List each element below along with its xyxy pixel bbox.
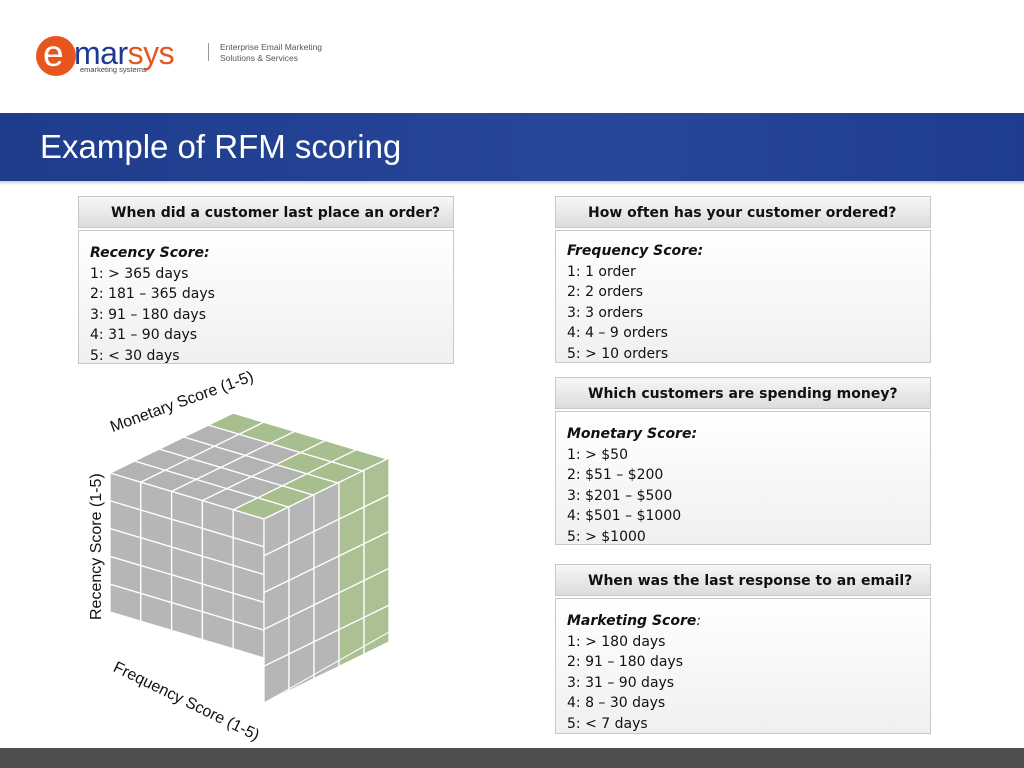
frequency-question: How often has your customer ordered? (555, 196, 931, 228)
frequency-line: 1: 1 order (567, 263, 636, 280)
marketing-line: 1: > 180 days (567, 633, 666, 650)
monetary-line: 3: $201 – $500 (567, 487, 673, 504)
recency-question: When did a customer last place an order? (78, 196, 454, 228)
monetary-line: 5: > $1000 (567, 528, 646, 545)
marketing-question: When was the last response to an email? (555, 564, 931, 596)
recency-score-title: Recency Score: (90, 245, 210, 261)
monetary-question: Which customers are spending money? (555, 377, 931, 409)
logo-subtitle: emarketing systems (80, 65, 147, 74)
marketing-card: When was the last response to an email? … (555, 564, 931, 734)
monetary-score-title: Monetary Score: (567, 426, 698, 442)
frequency-line: 2: 2 orders (567, 284, 644, 300)
logo-divider (208, 43, 209, 61)
frequency-line: 4: 4 – 9 orders (567, 325, 668, 341)
marketing-line: 2: 91 – 180 days (567, 654, 684, 670)
monetary-line: 1: > $50 (567, 446, 628, 463)
frequency-body: Frequency Score: 1: 1 order 2: 2 orders … (555, 230, 931, 363)
footer-bar (0, 748, 1024, 768)
recency-line: 1: > 365 days (90, 265, 189, 282)
monetary-line: 2: $51 – $200 (567, 467, 664, 483)
monetary-body: Monetary Score: 1: > $50 2: $51 – $200 3… (555, 411, 931, 545)
recency-card: When did a customer last place an order?… (78, 196, 454, 364)
cube-faces (108, 412, 420, 705)
monetary-card: Which customers are spending money? Mone… (555, 377, 931, 545)
recency-body: Recency Score: 1: > 365 days 2: 181 – 36… (78, 230, 454, 364)
recency-line: 2: 181 – 365 days (90, 286, 215, 302)
frequency-card: How often has your customer ordered? Fre… (555, 196, 931, 363)
recency-axis-label: Recency Score (1-5) (88, 473, 105, 620)
frequency-line: 3: 3 orders (567, 304, 644, 321)
marketing-line: 4: 8 – 30 days (567, 695, 666, 711)
frequency-score-title: Frequency Score: (567, 243, 704, 259)
monetary-line: 4: $501 – $1000 (567, 508, 682, 524)
rfm-cube-diagram (108, 412, 420, 705)
recency-line: 4: 31 – 90 days (90, 327, 198, 343)
marketing-line: 5: < 7 days (567, 715, 648, 732)
marketing-score-title: Marketing Score: (567, 613, 702, 629)
recency-line: 3: 91 – 180 days (90, 306, 207, 323)
banner-shadow (0, 181, 1024, 185)
marketing-body: Marketing Score: 1: > 180 days 2: 91 – 1… (555, 598, 931, 734)
logo-tagline: Enterprise Email Marketing Solutions & S… (220, 42, 323, 63)
title-banner: Example of RFM scoring (0, 113, 1024, 181)
logo-mark: e (36, 34, 76, 76)
marketing-line: 3: 31 – 90 days (567, 674, 675, 691)
slide-title: Example of RFM scoring (40, 128, 402, 165)
recency-line: 5: < 30 days (90, 347, 180, 364)
emarsys-logo: e marsys emarketing systems Enterprise E… (36, 34, 356, 80)
frequency-line: 5: > 10 orders (567, 345, 669, 362)
